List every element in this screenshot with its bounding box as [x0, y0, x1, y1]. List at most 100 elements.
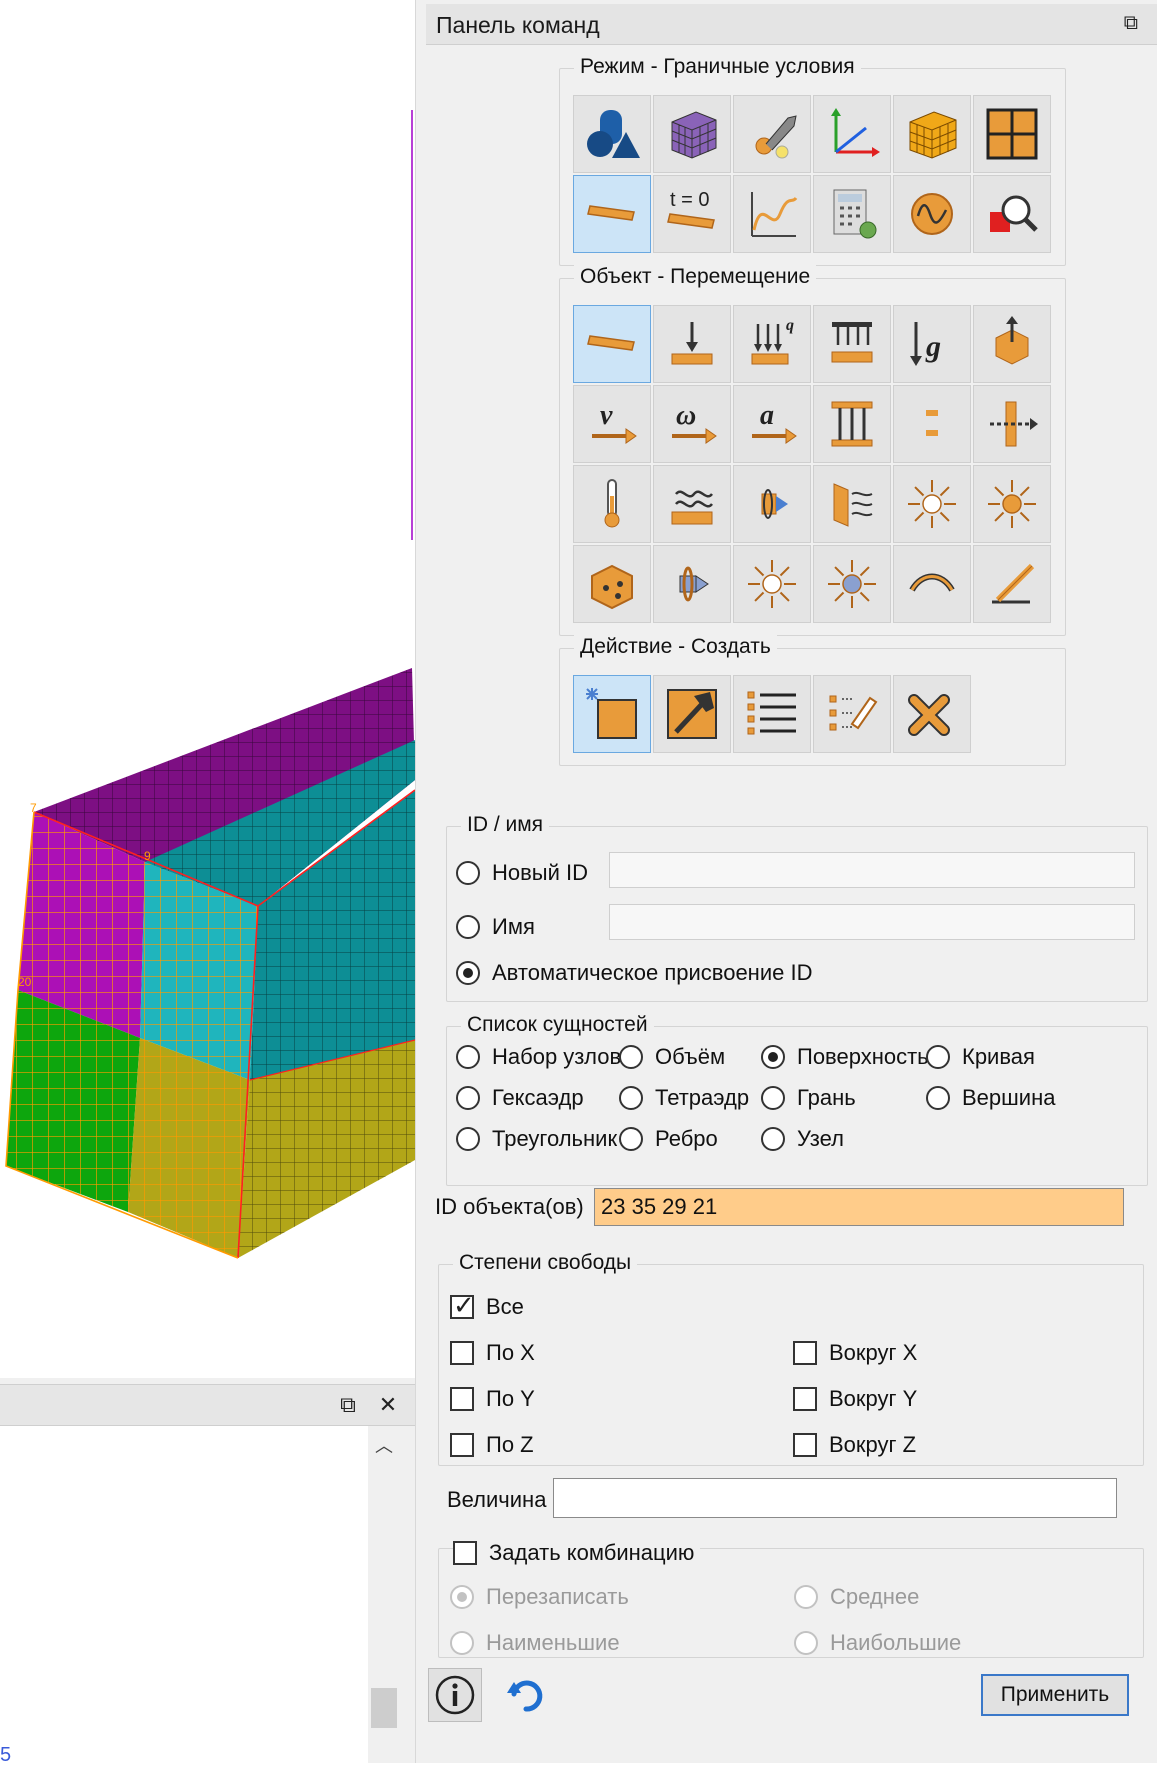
gravity-tool-button[interactable]: g	[893, 305, 971, 383]
dof-rx-checkbox[interactable]: Вокруг X	[793, 1340, 917, 1366]
combination-checkbox[interactable]: Задать комбинацию	[453, 1540, 701, 1566]
acceleration-tool-button[interactable]: a	[733, 385, 811, 463]
dof-ry-box[interactable]	[793, 1387, 817, 1411]
entity-radio-6[interactable]: Грань	[761, 1085, 856, 1111]
dof-ry-checkbox[interactable]: Вокруг Y	[793, 1386, 917, 1412]
entity-radio-8[interactable]: Треугольник	[456, 1126, 617, 1152]
function-curve-tool-button[interactable]	[733, 175, 811, 253]
console-scrollbar[interactable]: ︿	[368, 1426, 400, 1763]
auto-id-radio[interactable]: Автоматическое присвоение ID	[456, 960, 812, 986]
min-radio-dot[interactable]	[450, 1631, 474, 1655]
constraint-tool-button[interactable]	[813, 385, 891, 463]
entity-radio-dot[interactable]	[619, 1045, 643, 1069]
entity-radio-dot[interactable]	[761, 1045, 785, 1069]
axes-tool-button[interactable]	[813, 95, 891, 173]
dof-all-checkbox[interactable]: Все	[450, 1291, 524, 1321]
min-radio[interactable]: Наименьшие	[450, 1630, 620, 1656]
overwrite-radio-dot[interactable]	[450, 1585, 474, 1609]
heat-source-tool-button[interactable]	[973, 465, 1051, 543]
console-output[interactable]: 5	[0, 1426, 368, 1766]
point-source-tool-button[interactable]	[893, 465, 971, 543]
temperature-tool-button[interactable]	[573, 465, 651, 543]
entity-radio-dot[interactable]	[456, 1045, 480, 1069]
heat-flux-tool-button[interactable]	[653, 465, 731, 543]
angular-velocity-tool-button[interactable]: ω	[653, 385, 731, 463]
entity-radio-1[interactable]: Объём	[619, 1044, 725, 1070]
reset-icon[interactable]	[506, 1676, 546, 1716]
modify-tool-button[interactable]	[653, 675, 731, 753]
average-radio-dot[interactable]	[794, 1585, 818, 1609]
convection-tool-button[interactable]	[733, 465, 811, 543]
entity-radio-dot[interactable]	[619, 1127, 643, 1151]
apply-button[interactable]: Применить	[981, 1674, 1129, 1716]
entity-radio-dot[interactable]	[456, 1086, 480, 1110]
edit-list-tool-button[interactable]	[813, 675, 891, 753]
entity-radio-5[interactable]: Тетраэдр	[619, 1085, 749, 1111]
boundary-condition-tool-button[interactable]	[573, 175, 651, 253]
delete-tool-button[interactable]	[893, 675, 971, 753]
gap-tool-button[interactable]	[893, 385, 971, 463]
dof-rz-checkbox[interactable]: Вокруг Z	[793, 1432, 916, 1458]
info-button[interactable]	[428, 1668, 482, 1722]
dof-all-box[interactable]	[450, 1291, 475, 1321]
list-tool-button[interactable]	[733, 675, 811, 753]
spring-tool-button[interactable]	[893, 545, 971, 623]
overwrite-radio[interactable]: Перезаписать	[450, 1584, 629, 1610]
scroll-up-icon[interactable]: ︿	[375, 1432, 393, 1458]
name-input[interactable]	[609, 904, 1135, 940]
max-radio-dot[interactable]	[794, 1631, 818, 1655]
dof-rz-box[interactable]	[793, 1433, 817, 1457]
wave-tool-button[interactable]	[893, 175, 971, 253]
tool-settings-tool-button[interactable]	[733, 95, 811, 173]
name-radio-dot[interactable]	[456, 915, 480, 939]
graphics-viewport[interactable]: 7 9 20	[0, 0, 415, 1378]
entity-radio-dot[interactable]	[761, 1086, 785, 1110]
auto-id-radio-dot[interactable]	[456, 961, 480, 985]
moment-tool-button[interactable]	[653, 545, 731, 623]
entity-radio-10[interactable]: Узел	[761, 1126, 844, 1152]
pressure-tool-button[interactable]: q	[733, 305, 811, 383]
name-radio[interactable]: Имя	[456, 914, 535, 940]
entity-radio-9[interactable]: Ребро	[619, 1126, 718, 1152]
point-light-tool-button[interactable]	[733, 545, 811, 623]
force-tool-button[interactable]	[653, 305, 731, 383]
average-radio[interactable]: Среднее	[794, 1584, 919, 1610]
distributed-load-tool-button[interactable]	[813, 305, 891, 383]
volume-load-tool-button[interactable]	[573, 545, 651, 623]
grid-tool-button[interactable]	[973, 95, 1051, 173]
entity-radio-2[interactable]: Поверхность	[761, 1044, 929, 1070]
entity-radio-dot[interactable]	[926, 1086, 950, 1110]
scroll-thumb[interactable]	[371, 1688, 397, 1728]
dof-x-checkbox[interactable]: По X	[450, 1340, 535, 1366]
dof-y-checkbox[interactable]: По Y	[450, 1386, 535, 1412]
float-window-icon[interactable]: ⧉	[1124, 12, 1138, 35]
new-id-radio[interactable]: Новый ID	[456, 860, 588, 886]
initial-condition-tool-button[interactable]: t = 0	[653, 175, 731, 253]
mesh-cube-tool-button[interactable]	[893, 95, 971, 173]
displacement-tool-button[interactable]	[573, 305, 651, 383]
float-window-icon[interactable]: ⧉	[334, 1391, 362, 1419]
contact-force-tool-button[interactable]	[973, 385, 1051, 463]
object-ids-input[interactable]: 23 35 29 21	[594, 1188, 1124, 1226]
combination-box[interactable]	[453, 1541, 477, 1565]
new-id-input[interactable]	[609, 852, 1135, 888]
entity-radio-dot[interactable]	[456, 1127, 480, 1151]
entity-radio-4[interactable]: Гексаэдр	[456, 1085, 584, 1111]
radiation-tool-button[interactable]	[813, 465, 891, 543]
max-radio[interactable]: Наибольшие	[794, 1630, 961, 1656]
dof-x-box[interactable]	[450, 1341, 474, 1365]
dof-z-checkbox[interactable]: По Z	[450, 1432, 534, 1458]
entity-radio-dot[interactable]	[619, 1086, 643, 1110]
dof-z-box[interactable]	[450, 1433, 474, 1457]
dof-y-box[interactable]	[450, 1387, 474, 1411]
velocity-tool-button[interactable]: v	[573, 385, 651, 463]
new-id-radio-dot[interactable]	[456, 861, 480, 885]
inspect-tool-button[interactable]	[973, 175, 1051, 253]
magnitude-input[interactable]	[553, 1478, 1117, 1518]
entity-radio-dot[interactable]	[761, 1127, 785, 1151]
rigid-body-tool-button[interactable]	[973, 305, 1051, 383]
create-tool-button[interactable]	[573, 675, 651, 753]
sphere-source-tool-button[interactable]	[813, 545, 891, 623]
mesh-block-tool-button[interactable]	[653, 95, 731, 173]
geometry-tool-button[interactable]	[573, 95, 651, 173]
